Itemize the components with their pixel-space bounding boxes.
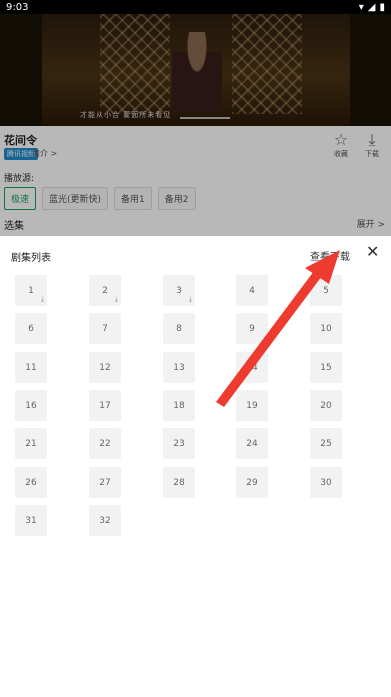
episode-button[interactable]: 15 — [310, 352, 342, 383]
episode-number: 5 — [323, 285, 329, 296]
episode-number: 24 — [246, 438, 258, 449]
episode-button[interactable]: 27 — [89, 467, 121, 498]
episode-button[interactable]: 26 — [15, 467, 47, 498]
battery-icon: ▮ — [379, 1, 385, 13]
episode-button[interactable]: 7 — [89, 313, 121, 344]
episode-button[interactable]: 17 — [89, 390, 121, 421]
episode-number: 18 — [173, 400, 185, 411]
episode-button[interactable]: 5 — [310, 275, 342, 306]
episode-number: 26 — [25, 477, 37, 488]
episode-button[interactable]: 29 — [236, 467, 268, 498]
episode-number: 22 — [99, 438, 111, 449]
wifi-icon: ▾ — [358, 1, 364, 13]
episode-button[interactable]: 32 — [89, 505, 121, 536]
episode-number: 11 — [25, 362, 37, 373]
panel-title: 剧集列表 — [11, 253, 51, 264]
episode-number: 28 — [173, 477, 185, 488]
signal-icon: ◢ — [367, 1, 376, 13]
episode-button[interactable]: 30 — [310, 467, 342, 498]
episode-number: 16 — [25, 400, 37, 411]
downloaded-icon: ⤓ — [188, 295, 192, 303]
episode-number: 25 — [320, 438, 332, 449]
episode-number: 27 — [99, 477, 111, 488]
episode-button[interactable]: 8 — [163, 313, 195, 344]
episode-button[interactable]: 31 — [15, 505, 47, 536]
episode-button[interactable]: 23 — [163, 428, 195, 459]
episode-number: 9 — [249, 323, 255, 334]
episode-number: 10 — [320, 323, 332, 334]
episode-button[interactable]: 6 — [15, 313, 47, 344]
episode-number: 17 — [99, 400, 111, 411]
episode-button[interactable]: 14 — [236, 352, 268, 383]
downloaded-icon: ⤓ — [114, 295, 118, 303]
episode-number: 23 — [173, 438, 185, 449]
episode-number: 6 — [28, 323, 34, 334]
episode-number: 30 — [320, 477, 332, 488]
episode-button[interactable]: 25 — [310, 428, 342, 459]
downloaded-icon: ⤓ — [40, 295, 44, 303]
episode-number: 13 — [173, 362, 185, 373]
episode-list-panel: 剧集列表 查看下载 ✕ 1 ⤓ 2 ⤓ 3 ⤓ 4 5 6 7 8 9 10 11 12 13 14 15 16 17… — [0, 236, 391, 697]
episode-number: 20 — [320, 400, 332, 411]
episode-button[interactable]: 19 — [236, 390, 268, 421]
episode-number: 2 — [102, 285, 108, 296]
episode-button[interactable]: 9 — [236, 313, 268, 344]
episode-number: 29 — [246, 477, 258, 488]
episode-number: 1 — [28, 285, 34, 296]
status-icons: ▾ ◢ ▮ — [359, 2, 385, 13]
episode-button[interactable]: 28 — [163, 467, 195, 498]
episode-number: 31 — [25, 515, 37, 526]
episode-number: 32 — [99, 515, 111, 526]
episode-button[interactable]: 20 — [310, 390, 342, 421]
status-bar: 9:03 ▾ ◢ ▮ — [0, 0, 391, 14]
episode-number: 14 — [246, 362, 258, 373]
episode-button[interactable]: 4 — [236, 275, 268, 306]
episode-button[interactable]: 16 — [15, 390, 47, 421]
episode-number: 3 — [176, 285, 182, 296]
episode-button[interactable]: 11 — [15, 352, 47, 383]
episode-number: 7 — [102, 323, 108, 334]
episode-number: 12 — [99, 362, 111, 373]
episode-number: 4 — [249, 285, 255, 296]
dim-overlay[interactable] — [0, 0, 391, 236]
episode-number: 21 — [25, 438, 37, 449]
status-time: 9:03 — [6, 1, 29, 13]
episode-button[interactable]: 24 — [236, 428, 268, 459]
episode-number: 15 — [320, 362, 332, 373]
view-downloads-button[interactable]: 查看下载 — [310, 248, 350, 263]
close-icon[interactable]: ✕ — [366, 244, 379, 260]
episode-button[interactable]: 12 — [89, 352, 121, 383]
episode-button[interactable]: 18 — [163, 390, 195, 421]
episode-button[interactable]: 13 — [163, 352, 195, 383]
episode-button[interactable]: 21 — [15, 428, 47, 459]
episode-number: 8 — [176, 323, 182, 334]
episode-button[interactable]: 3 ⤓ — [163, 275, 195, 306]
episode-number: 19 — [246, 400, 258, 411]
episode-button[interactable]: 1 ⤓ — [15, 275, 47, 306]
episode-button[interactable]: 10 — [310, 313, 342, 344]
episode-button[interactable]: 2 ⤓ — [89, 275, 121, 306]
episode-button[interactable]: 22 — [89, 428, 121, 459]
